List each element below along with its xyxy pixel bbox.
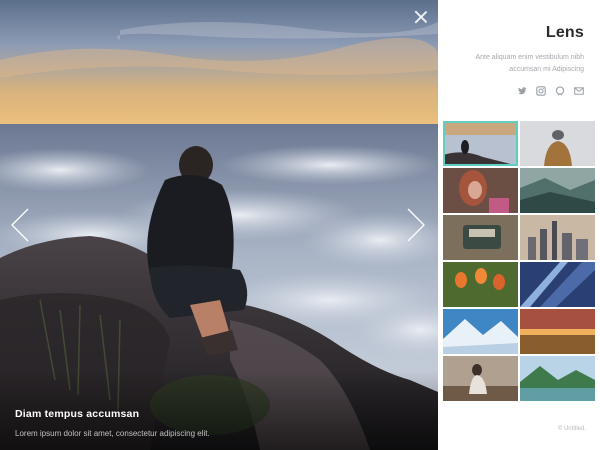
thumbnail-city-skyline[interactable]	[520, 215, 595, 260]
caption-text: Lorem ipsum dolor sit amet, consectetur …	[15, 429, 210, 438]
instagram-link[interactable]	[536, 86, 546, 96]
thumbnail-cliff-clouds[interactable]	[443, 121, 518, 166]
instagram-icon	[536, 86, 546, 96]
email-link[interactable]	[574, 86, 584, 96]
image-caption: Diam tempus accumsan Lorem ipsum dolor s…	[15, 408, 418, 438]
github-icon	[555, 86, 565, 96]
thumbnail-snowy-peak[interactable]	[443, 309, 518, 354]
chevron-left-icon	[11, 208, 29, 242]
image-viewer: Diam tempus accumsan Lorem ipsum dolor s…	[0, 0, 438, 450]
twitter-icon	[517, 87, 527, 95]
thumbnail-mountain-lake[interactable]	[520, 356, 595, 401]
close-button[interactable]	[414, 10, 428, 24]
chevron-right-icon	[407, 208, 425, 242]
previous-image-button[interactable]	[10, 208, 30, 242]
social-links	[517, 86, 584, 96]
caption-title: Diam tempus accumsan	[15, 408, 140, 420]
thumbnail-misty-valley[interactable]	[520, 168, 595, 213]
thumbnail-grid	[443, 121, 595, 401]
thumbnail-typewriter[interactable]	[443, 215, 518, 260]
next-image-button[interactable]	[406, 208, 426, 242]
twitter-link[interactable]	[517, 86, 527, 96]
thumbnail-tulips[interactable]	[443, 262, 518, 307]
tagline: Ante aliquam enim vestibulum nibh accums…	[475, 54, 584, 73]
thumbnail-glass-building[interactable]	[520, 262, 595, 307]
main-photo	[0, 0, 438, 450]
copyright-text: © Untitled.	[557, 426, 586, 432]
thumbnail-grey-beanie[interactable]	[520, 121, 595, 166]
thumbnail-seated-person[interactable]	[443, 356, 518, 401]
thumbnail-red-hair[interactable]	[443, 168, 518, 213]
envelope-icon	[574, 87, 584, 95]
github-link[interactable]	[555, 86, 565, 96]
thumbnail-sunset-field[interactable]	[520, 309, 595, 354]
brand-title: Lens	[545, 24, 584, 41]
